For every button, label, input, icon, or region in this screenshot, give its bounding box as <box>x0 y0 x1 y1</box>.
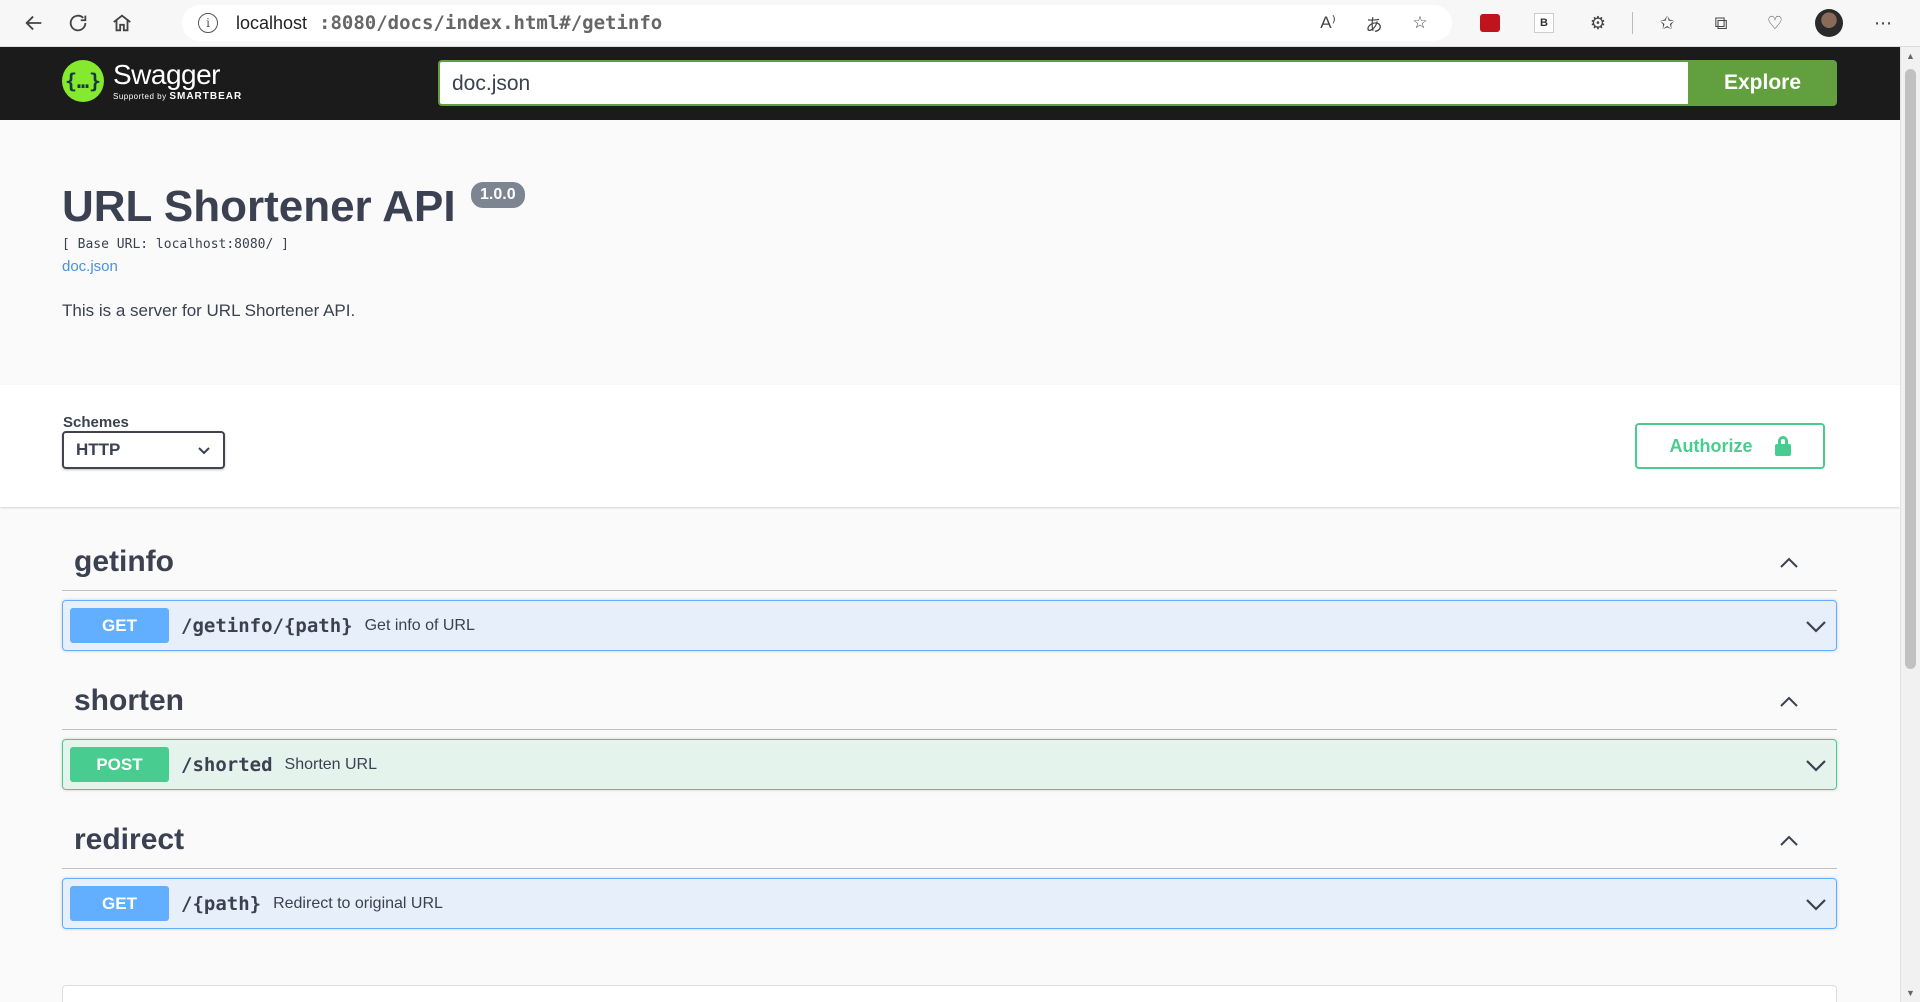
operation-path: /{path} <box>181 892 262 915</box>
collections-icon[interactable]: ⧉ <box>1701 5 1741 41</box>
explore-button[interactable]: Explore <box>1688 60 1837 106</box>
chevron-down-icon[interactable] <box>1804 614 1828 638</box>
url-path: :8080/docs/index.html#/getinfo <box>319 12 663 34</box>
chevron-down-icon <box>198 447 210 455</box>
operation-path: /getinfo/{path} <box>181 614 353 637</box>
translate-icon[interactable]: あ <box>1362 11 1386 35</box>
schemes-select[interactable]: HTTP <box>62 431 225 469</box>
read-aloud-icon[interactable]: A⁾ <box>1316 11 1340 35</box>
models-section <box>62 985 1837 1002</box>
authorize-button[interactable]: Authorize <box>1635 423 1825 469</box>
swagger-logo[interactable]: {…} Swagger Supported by SMARTBEAR <box>62 60 242 102</box>
browser-essentials-icon[interactable]: ♡ <box>1755 5 1795 41</box>
tag-header-getinfo[interactable]: getinfo <box>62 533 1837 591</box>
scroll-down-icon[interactable]: ▼ <box>1906 988 1915 998</box>
page-scrollbar[interactable]: ▲ ▼ <box>1900 47 1920 1002</box>
swagger-topbar: {…} Swagger Supported by SMARTBEAR doc.j… <box>0 47 1900 120</box>
tag-name: shorten <box>74 684 185 717</box>
api-title: URL Shortener API <box>62 182 456 231</box>
more-menu-icon[interactable]: ⋯ <box>1863 5 1903 41</box>
schemes-selected-value: HTTP <box>76 440 121 459</box>
authorize-label: Authorize <box>1669 435 1753 456</box>
schemes-label: Schemes <box>63 414 129 431</box>
chevron-down-icon[interactable] <box>1804 753 1828 777</box>
chevron-up-icon[interactable] <box>1777 829 1801 853</box>
chevron-up-icon[interactable] <box>1777 551 1801 575</box>
opblock-post-shorted[interactable]: POST /shorted Shorten URL <box>62 739 1837 790</box>
url-host: localhost <box>236 13 308 33</box>
scheme-container: Schemes HTTP Authorize <box>0 385 1900 507</box>
tag-name: getinfo <box>74 545 174 578</box>
address-url[interactable]: localhost :8080/docs/index.html#/getinfo <box>236 12 662 34</box>
extensions-puzzle-icon[interactable]: ⚙ <box>1578 5 1618 41</box>
operation-summary: Shorten URL <box>284 755 378 773</box>
method-badge: GET <box>70 886 169 921</box>
base-url: [ Base URL: localhost:8080/ ] <box>62 237 289 252</box>
site-info-icon[interactable]: i <box>198 13 218 33</box>
spec-url-input[interactable]: doc.json <box>438 60 1688 106</box>
swagger-logo-icon: {…} <box>62 60 104 102</box>
tag-header-redirect[interactable]: redirect <box>62 811 1837 869</box>
extension-b-icon[interactable]: B <box>1524 5 1564 41</box>
method-badge: POST <box>70 747 169 782</box>
scroll-thumb[interactable] <box>1905 69 1916 669</box>
operation-summary: Redirect to original URL <box>273 894 443 912</box>
opblock-get-redirect[interactable]: GET /{path} Redirect to original URL <box>62 878 1837 929</box>
refresh-icon[interactable] <box>60 5 96 41</box>
extension-red-icon[interactable] <box>1470 5 1510 41</box>
api-description: This is a server for URL Shortener API. <box>62 301 356 320</box>
scroll-up-icon[interactable]: ▲ <box>1906 51 1915 61</box>
favorites-icon[interactable]: ✩ <box>1647 5 1687 41</box>
operation-path: /shorted <box>181 753 273 776</box>
add-favorite-icon[interactable]: ☆ <box>1408 11 1432 35</box>
operation-summary: Get info of URL <box>364 616 475 634</box>
tag-name: redirect <box>74 823 185 856</box>
logo-subtitle: Supported by SMARTBEAR <box>113 90 243 102</box>
lock-icon <box>1774 436 1791 456</box>
api-info: URL Shortener API 1.0.0 [ Base URL: loca… <box>0 120 1900 385</box>
chevron-up-icon[interactable] <box>1777 690 1801 714</box>
chevron-down-icon[interactable] <box>1804 892 1828 916</box>
home-icon[interactable] <box>104 5 140 41</box>
profile-avatar[interactable] <box>1809 5 1849 41</box>
address-bar[interactable]: i localhost :8080/docs/index.html#/getinf… <box>182 5 1452 41</box>
back-icon[interactable] <box>16 5 52 41</box>
version-badge: 1.0.0 <box>471 182 525 208</box>
method-badge: GET <box>70 608 169 643</box>
toolbar-separator <box>1632 12 1633 34</box>
opblock-get-getinfo[interactable]: GET /getinfo/{path} Get info of URL <box>62 600 1837 651</box>
logo-text: Swagger <box>113 58 221 90</box>
tag-header-shorten[interactable]: shorten <box>62 672 1837 730</box>
doc-json-link[interactable]: doc.json <box>62 258 118 275</box>
